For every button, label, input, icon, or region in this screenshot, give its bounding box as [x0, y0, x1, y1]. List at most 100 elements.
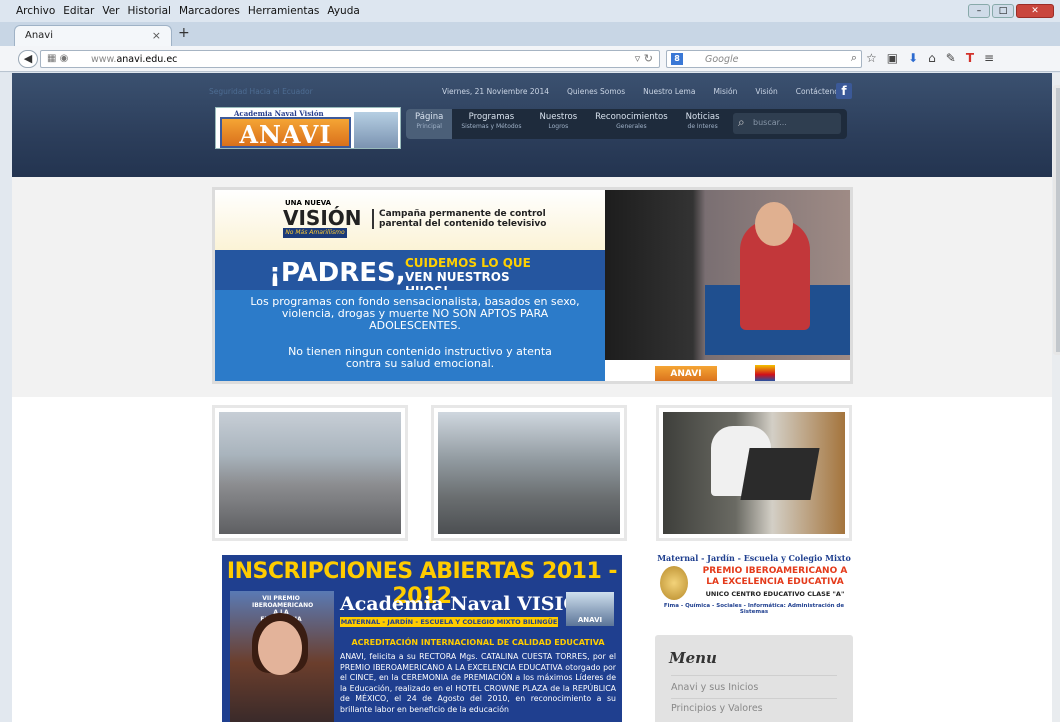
- home-icon[interactable]: ⌂: [928, 51, 936, 65]
- menu-herramientas[interactable]: Herramientas: [248, 5, 320, 17]
- nav-toolbar: ◀ ▦ ◉ www.anavi.edu.ec ▿ ↻ 8 Google ⌕ ☆ …: [0, 46, 1060, 72]
- google-engine-icon[interactable]: 8: [671, 53, 683, 65]
- banner-programs-text: Los programas con fondo sensacionalista,…: [250, 295, 580, 332]
- site-logo[interactable]: Academia Naval Visión ANAVI: [215, 107, 401, 149]
- banner-girl-head: [755, 202, 793, 246]
- menu-historial[interactable]: Historial: [128, 5, 171, 17]
- site-tagline: Seguridad Hacia el Ecuador: [209, 87, 313, 96]
- medal-icon: [660, 566, 688, 600]
- translate-icon[interactable]: T: [966, 51, 974, 65]
- maximize-button[interactable]: □: [992, 4, 1014, 18]
- url-prefix: www.: [91, 54, 117, 65]
- menu-archivo[interactable]: Archivo: [16, 5, 55, 17]
- reload-icon[interactable]: ▿ ↻: [635, 52, 653, 65]
- academia-title: Academia Naval VISIÓN: [340, 593, 598, 615]
- nav-noticias[interactable]: Noticias de Interes: [677, 109, 729, 139]
- new-tab-button[interactable]: +: [178, 25, 190, 41]
- site-identity-icon[interactable]: ▦ ◉: [47, 53, 68, 64]
- tab-title: Anavi: [25, 30, 54, 41]
- nav-pagina-principal[interactable]: Página Principal: [406, 109, 453, 139]
- gallery-thumb-parade[interactable]: [212, 405, 408, 541]
- search-icon[interactable]: ⌕: [851, 51, 857, 65]
- nav-label: Nuestros: [539, 112, 578, 122]
- reading-list-icon[interactable]: ▣: [887, 51, 898, 65]
- addon-icon[interactable]: ✎: [946, 51, 956, 65]
- banner-instructivo-text: No tienen ningun contenido instructivo y…: [288, 345, 552, 370]
- premio-line2: PREMIO IBEROAMERICANO A LA EXCELENCIA ED…: [702, 566, 848, 587]
- browser-tools: ☆ ▣ ⬇ ⌂ ✎ T ≡: [866, 51, 994, 65]
- menu-ayuda[interactable]: Ayuda: [327, 5, 359, 17]
- bookmark-star-icon[interactable]: ☆: [866, 51, 877, 65]
- banner-cuidemos-1: CUIDEMOS LO QUE: [405, 256, 531, 270]
- facebook-icon[interactable]: f: [836, 83, 852, 99]
- nav-reconocimientos[interactable]: Reconocimientos Generales: [586, 109, 676, 139]
- top-nav: Viernes, 21 Noviembre 2014 Quienes Somos…: [442, 87, 843, 96]
- menu-divider: [671, 698, 837, 699]
- nav-sub: de Interes: [687, 123, 718, 130]
- levels-band: MATERNAL - JARDÍN - ESCUELA Y COLEGIO MI…: [340, 617, 558, 627]
- page-viewport: Seguridad Hacia el Ecuador Viernes, 21 N…: [12, 73, 1052, 722]
- nav-sub: Logros: [548, 123, 569, 130]
- url-bar[interactable]: ▦ ◉ www.anavi.edu.ec ▿ ↻: [40, 50, 660, 68]
- browser-search-bar[interactable]: 8 Google ⌕: [666, 50, 862, 68]
- banner-campaign: Campaña permanente de control parental d…: [372, 209, 547, 229]
- ship-emblem: ANAVI: [566, 592, 614, 626]
- topnav-nuestro-lema[interactable]: Nuestro Lema: [643, 87, 695, 96]
- browser-search-placeholder: Google: [705, 54, 739, 65]
- banner-anavi-logo: ANAVI: [655, 366, 717, 381]
- tab-bar: Anavi × +: [0, 22, 1060, 46]
- menu-ver[interactable]: Ver: [102, 5, 119, 17]
- main-nav: Página Principal Programas Sistemas y Mé…: [406, 109, 847, 139]
- ship-logo-image: [354, 112, 398, 148]
- ecuador-ministry-logo: [755, 365, 775, 381]
- hamburger-menu-icon[interactable]: ≡: [984, 51, 994, 65]
- inscripciones-poster[interactable]: INSCRIPCIONES ABIERTAS 2011 - 2012 VII P…: [222, 555, 622, 722]
- nav-label: Reconocimientos: [595, 112, 668, 122]
- topnav-vision[interactable]: Visión: [755, 87, 777, 96]
- topnav-mision[interactable]: Misión: [713, 87, 737, 96]
- rectora-face: [258, 621, 302, 675]
- site-search-input[interactable]: ⌕ buscar...: [733, 113, 841, 134]
- menu-editar[interactable]: Editar: [63, 5, 94, 17]
- download-icon[interactable]: ⬇: [908, 51, 918, 65]
- window-controls: – □ ✕: [968, 4, 1054, 18]
- site-search-placeholder: buscar...: [753, 118, 787, 127]
- menu-item-principios[interactable]: Principios y Valores: [671, 703, 763, 714]
- gallery-thumb-computer[interactable]: [656, 405, 852, 541]
- topnav-quienes-somos[interactable]: Quienes Somos: [567, 87, 625, 96]
- sidebar-edge: [0, 73, 12, 722]
- menu-marcadores[interactable]: Marcadores: [179, 5, 240, 17]
- premio-badge[interactable]: Maternal - Jardín - Escuela y Colegio Mi…: [656, 553, 852, 618]
- nav-label: Noticias: [685, 112, 720, 122]
- nav-programas[interactable]: Programas Sistemas y Métodos: [452, 109, 530, 139]
- banner-vision: VISIÓN: [283, 206, 362, 230]
- vertical-scrollbar[interactable]: [1052, 73, 1060, 722]
- tab-close-icon[interactable]: ×: [152, 29, 161, 42]
- premio-line4: Fima - Química - Sociales - Informática:…: [663, 603, 845, 615]
- gallery-thumb-graduation[interactable]: [431, 405, 627, 541]
- close-window-button[interactable]: ✕: [1016, 4, 1054, 18]
- url-domain: anavi.edu.ec: [116, 54, 178, 65]
- felicitacion-text: ANAVI, felicita a su RECTORA Mgs. CATALI…: [340, 652, 616, 714]
- premio-line3: UNICO CENTRO EDUCATIVO CLASE "A": [705, 590, 845, 598]
- menu-item-inicios[interactable]: Anavi y sus Inicios: [671, 682, 758, 693]
- banner-logos: ANAVI: [605, 360, 850, 381]
- nav-sub: Generales: [616, 123, 647, 130]
- campaign-banner[interactable]: UNA NUEVA VISIÓN No Más Amarillismo Camp…: [212, 187, 853, 384]
- search-icon: ⌕: [738, 115, 745, 129]
- nav-nuestros-logros[interactable]: Nuestros Logros: [530, 109, 586, 139]
- browser-menubar: Archivo Editar Ver Historial Marcadores …: [0, 0, 1060, 22]
- logo-text: ANAVI: [220, 117, 351, 149]
- menu-divider: [671, 675, 837, 676]
- minimize-button[interactable]: –: [968, 4, 990, 18]
- site-header: Seguridad Hacia el Ecuador Viernes, 21 N…: [12, 73, 1052, 177]
- graduation-image: [438, 412, 620, 534]
- side-menu-title: Menu: [669, 649, 717, 667]
- side-menu: Menu Anavi y sus Inicios Principios y Va…: [655, 635, 853, 722]
- nav-label: Página: [415, 112, 444, 122]
- tab-anavi[interactable]: Anavi ×: [14, 25, 172, 46]
- scrollbar-thumb[interactable]: [1053, 85, 1060, 355]
- nav-label: Programas: [468, 112, 515, 122]
- premio-line1: Maternal - Jardín - Escuela y Colegio Mi…: [657, 553, 851, 563]
- back-button[interactable]: ◀: [18, 50, 38, 68]
